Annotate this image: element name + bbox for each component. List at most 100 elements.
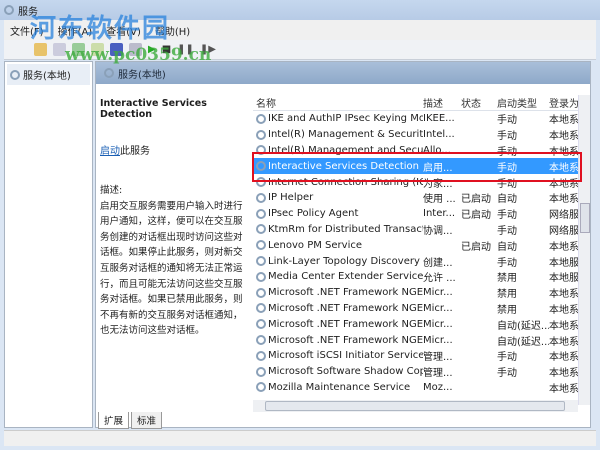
service-startup-type: 手动	[497, 162, 517, 174]
service-row[interactable]: Microsoft iSCSI Initiator Service 管理... …	[253, 348, 590, 364]
service-name: Microsoft .NET Framework NGEN ...	[253, 303, 423, 314]
service-row[interactable]: IKE and AuthIP IPsec Keying Mod... IKEE.…	[253, 111, 590, 127]
service-gear-icon	[256, 177, 266, 188]
service-row[interactable]: Intel(R) Management & Security A... Inte…	[253, 127, 590, 143]
column-log-on-as[interactable]: 登录为	[549, 95, 579, 110]
service-gear-icon	[256, 335, 266, 346]
view-tabs: 扩展 标准	[98, 412, 163, 429]
service-logon: 本地系	[549, 320, 579, 332]
service-startup-type: 自动(延迟...	[497, 336, 549, 348]
service-gear-icon	[256, 129, 266, 140]
service-description: 创建...	[423, 257, 453, 269]
service-name-text: Internet Connection Sharing (ICS)	[268, 176, 423, 188]
service-name: Lenovo PM Service	[253, 240, 423, 251]
service-name-text: Lenovo PM Service	[268, 239, 363, 251]
service-startup-type: 自动	[497, 241, 517, 253]
service-row[interactable]: Microsoft .NET Framework NGEN ... Micr..…	[253, 332, 590, 348]
service-name-text: Intel(R) Management and Security ...	[268, 144, 423, 156]
column-description[interactable]: 描述	[423, 95, 461, 110]
service-row[interactable]: Media Center Extender Service 允许 ... 禁用 …	[253, 269, 590, 285]
service-name-text: IKE and AuthIP IPsec Keying Mod...	[268, 113, 423, 125]
service-name: Mozilla Maintenance Service	[253, 382, 423, 393]
service-startup-type: 手动	[497, 115, 517, 127]
service-row[interactable]: Intel(R) Management and Security ... All…	[253, 143, 590, 159]
list-header: 名称 描述 状态 启动类型 登录为	[253, 95, 590, 111]
service-row[interactable]: Microsoft Software Shadow Copy ... 管理...…	[253, 364, 590, 380]
service-logon: 本地系	[549, 304, 579, 316]
service-name: Microsoft .NET Framework NGEN ...	[253, 335, 423, 346]
status-bar	[4, 430, 596, 446]
service-name: Microsoft .NET Framework NGEN ...	[253, 287, 423, 298]
vertical-scrollbar[interactable]	[578, 95, 590, 405]
service-gear-icon	[256, 256, 266, 267]
service-logon: 本地系	[549, 115, 579, 127]
service-row[interactable]: Mozilla Maintenance Service Moz... 本地系	[253, 380, 590, 396]
service-name: Intel(R) Management & Security A...	[253, 129, 423, 140]
service-name-text: Interactive Services Detection	[268, 160, 419, 172]
service-startup-type: 手动	[497, 352, 517, 364]
service-name: Link-Layer Topology Discovery M...	[253, 256, 423, 267]
service-gear-icon	[256, 382, 266, 393]
service-name-text: Intel(R) Management & Security A...	[268, 129, 423, 141]
service-row[interactable]: KtmRm for Distributed Transactio... 协调..…	[253, 222, 590, 238]
service-logon: 本地系	[549, 383, 579, 395]
column-startup-type[interactable]: 启动类型	[497, 95, 549, 110]
service-name: IP Helper	[253, 192, 423, 203]
service-name-text: Microsoft Software Shadow Copy ...	[268, 366, 423, 378]
tab-extended[interactable]: 扩展	[98, 412, 130, 429]
service-description: 管理...	[423, 368, 453, 380]
service-row[interactable]: IP Helper 使用 ... 已启动 自动 本地系	[253, 190, 590, 206]
start-service-link[interactable]: 启动	[100, 146, 120, 157]
services-pane: 服务(本地) Interactive Services Detection 启动…	[95, 61, 591, 429]
tab-standard[interactable]: 标准	[131, 412, 163, 429]
column-name[interactable]: 名称	[253, 95, 423, 110]
service-name: Internet Connection Sharing (ICS)	[253, 177, 423, 188]
service-name: Microsoft Software Shadow Copy ...	[253, 366, 423, 377]
service-logon: 本地服	[549, 257, 579, 269]
service-startup-type: 自动(延迟...	[497, 320, 549, 332]
service-row[interactable]: Microsoft .NET Framework NGEN ... Micr..…	[253, 285, 590, 301]
service-startup-type: 禁用	[497, 273, 517, 285]
column-status[interactable]: 状态	[461, 95, 497, 110]
service-row[interactable]: Interactive Services Detection 启用... 手动 …	[253, 158, 590, 175]
service-logon: 网络服	[549, 225, 579, 237]
pane-title: 服务(本地)	[118, 69, 166, 81]
services-icon	[104, 68, 114, 78]
tree-item-services-local[interactable]: 服务(本地)	[7, 64, 90, 85]
service-logon: 本地系	[549, 131, 579, 143]
service-startup-type: 手动	[497, 210, 517, 222]
services-icon	[4, 5, 14, 15]
service-gear-icon	[256, 192, 266, 203]
service-name-text: Microsoft iSCSI Initiator Service	[268, 350, 423, 362]
service-gear-icon	[256, 319, 266, 330]
watermark-url: www.pc0359.cn	[65, 45, 212, 65]
service-name-text: Link-Layer Topology Discovery M...	[268, 255, 423, 267]
service-name-text: IPsec Policy Agent	[268, 208, 359, 220]
service-startup-type: 禁用	[497, 289, 517, 301]
service-description: Micr...	[423, 334, 453, 346]
service-row[interactable]: Lenovo PM Service 已启动 自动 本地系	[253, 237, 590, 253]
service-name-text: Microsoft .NET Framework NGEN ...	[268, 334, 423, 346]
service-row[interactable]: Microsoft .NET Framework NGEN ... Micr..…	[253, 301, 590, 317]
details-panel: Interactive Services Detection 启动此服务 描述:…	[100, 98, 250, 339]
service-row[interactable]: IPsec Policy Agent Inter... 已启动 手动 网络服	[253, 206, 590, 222]
service-startup-type: 手动	[497, 368, 517, 380]
service-description: 启用...	[423, 162, 453, 174]
service-row[interactable]: Link-Layer Topology Discovery M... 创建...…	[253, 253, 590, 269]
services-list: 名称 描述 状态 启动类型 登录为 IKE and AuthIP IPsec K…	[253, 95, 590, 405]
service-name-text: Microsoft .NET Framework NGEN ...	[268, 302, 423, 314]
service-gear-icon	[256, 145, 266, 156]
service-name: IKE and AuthIP IPsec Keying Mod...	[253, 113, 423, 124]
service-logon: 网络服	[549, 210, 579, 222]
scroll-thumb[interactable]	[265, 401, 565, 411]
service-gear-icon	[256, 287, 266, 298]
service-row[interactable]: Internet Connection Sharing (ICS) 为家... …	[253, 174, 590, 190]
service-logon: 本地系	[549, 352, 579, 364]
horizontal-scrollbar[interactable]	[253, 400, 578, 412]
service-description: 为家...	[423, 178, 453, 190]
service-row[interactable]: Microsoft .NET Framework NGEN ... Micr..…	[253, 316, 590, 332]
service-logon: 本地系	[549, 146, 579, 158]
scroll-thumb[interactable]	[580, 203, 590, 233]
tree-item-label: 服务(本地)	[23, 71, 71, 82]
service-startup-type: 手动	[497, 257, 517, 269]
